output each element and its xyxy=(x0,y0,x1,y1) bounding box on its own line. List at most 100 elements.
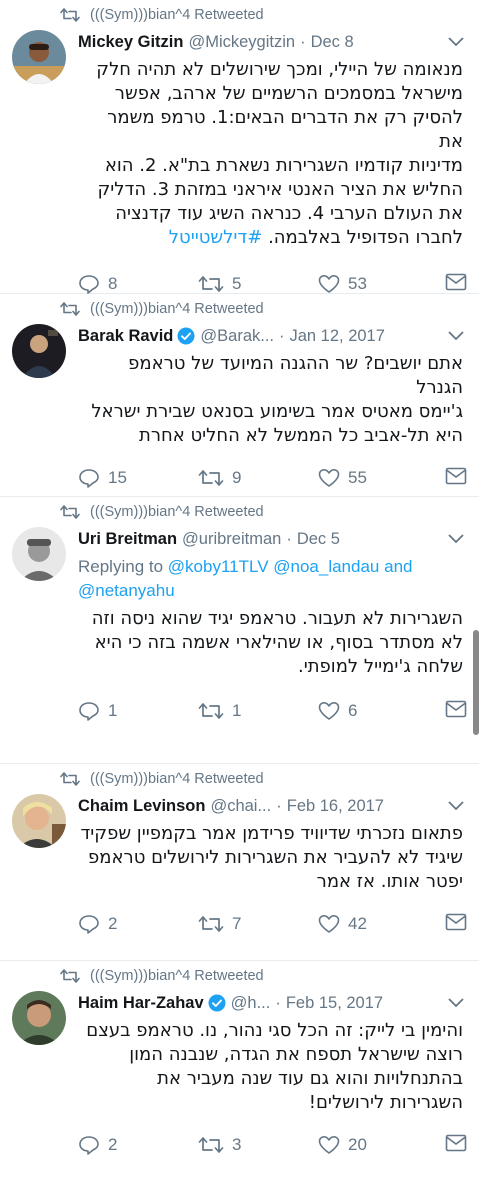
tweet-date[interactable]: Jan 12, 2017 xyxy=(290,327,385,346)
tweet[interactable]: (((Sym)))bian^4 Retweeted Mickey Gitzin … xyxy=(0,0,479,294)
tweet-date[interactable]: Feb 16, 2017 xyxy=(287,797,384,816)
tweet-actions: 2 3 20 xyxy=(78,1119,467,1171)
retweet-button[interactable]: 7 xyxy=(198,914,318,934)
tweet-text: פתאום נזכרתי שדיוויד פרידמן אמר בקמפיין … xyxy=(78,822,467,894)
reply-icon xyxy=(79,702,99,721)
direct-message-button[interactable] xyxy=(445,273,467,296)
avatar[interactable] xyxy=(12,30,66,84)
tweet-text-line: יפטר אותו. אז אמר xyxy=(316,871,463,892)
reply-button[interactable]: 8 xyxy=(78,274,198,294)
tweet-text-line: להסיק רק את הדברים הבאים:1. טרמפ משמר את xyxy=(107,107,463,152)
retweet-count: 7 xyxy=(232,914,242,933)
scrollbar[interactable] xyxy=(473,630,479,735)
reply-button[interactable]: 2 xyxy=(78,1135,198,1155)
tweet-text-line: מדיניות קודמיו השגרירות נשארת בת"א. 2. ה… xyxy=(104,155,463,176)
chevron-down-icon[interactable] xyxy=(445,801,467,811)
direct-message-icon xyxy=(445,467,467,484)
direct-message-button[interactable] xyxy=(445,467,467,490)
tweet-text-line: את העולם הערבי 4. כנראה השיג עוד קדנציה xyxy=(115,203,463,224)
retweet-button[interactable]: 9 xyxy=(198,468,318,488)
reply-button[interactable]: 2 xyxy=(78,914,198,934)
tweet-text-line: מישראל במסמכים הרשמיים של ארהב, אפשר xyxy=(114,83,463,104)
like-button[interactable]: 42 xyxy=(318,914,438,934)
like-count: 42 xyxy=(348,914,367,933)
author-handle[interactable]: @uribreitman xyxy=(182,530,281,549)
replying-to-and: and xyxy=(384,557,413,576)
direct-message-icon xyxy=(445,1134,467,1151)
direct-message-button[interactable] xyxy=(445,700,467,723)
chevron-down-icon[interactable] xyxy=(445,998,467,1008)
like-button[interactable]: 6 xyxy=(318,701,438,721)
replying-to: Replying to @koby11TLV @noa_landau and @… xyxy=(78,555,467,603)
separator-dot: · xyxy=(300,32,306,51)
author-name[interactable]: Barak Ravid xyxy=(78,327,173,346)
replying-to-users-link[interactable]: @koby11TLV @noa_landau xyxy=(168,557,380,576)
retweet-icon xyxy=(198,470,224,486)
author-handle[interactable]: @Barak... xyxy=(200,327,274,346)
reply-button[interactable]: 15 xyxy=(78,468,198,488)
direct-message-icon xyxy=(445,700,467,717)
tweet-text-line: שיגיד לא להעביר את השגרירות לירושלים טרא… xyxy=(88,847,463,868)
reply-icon xyxy=(79,469,99,488)
author-name[interactable]: Mickey Gitzin xyxy=(78,33,183,52)
tweet-text-segment: לחברו הפדופיל באלבמה. xyxy=(268,227,463,248)
tweet[interactable]: (((Sym)))bian^4 Retweeted Chaim Levinson… xyxy=(0,764,479,961)
direct-message-button[interactable] xyxy=(445,1134,467,1157)
author-handle[interactable]: @Mickeygitzin xyxy=(188,33,295,52)
avatar[interactable] xyxy=(12,794,66,848)
verified-badge-icon xyxy=(208,994,226,1012)
retweet-icon xyxy=(60,8,80,22)
author-name[interactable]: Haim Har-Zahav xyxy=(78,994,204,1013)
direct-message-button[interactable] xyxy=(445,913,467,936)
tweet-text-line: בהתנחלויות והוא גם עוד שנה מעביר את xyxy=(157,1068,463,1089)
reply-count: 15 xyxy=(108,468,127,487)
tweet-date[interactable]: Feb 15, 2017 xyxy=(286,994,383,1013)
avatar[interactable] xyxy=(12,991,66,1045)
retweet-button[interactable]: 1 xyxy=(198,701,318,721)
separator-dot: · xyxy=(279,326,285,345)
chevron-down-icon[interactable] xyxy=(445,534,467,544)
tweet-header: Uri Breitman @uribreitman · Dec 5 xyxy=(78,527,467,551)
tweet-header: Barak Ravid @Barak... · Jan 12, 2017 xyxy=(78,324,467,348)
retweet-count: 9 xyxy=(232,468,242,487)
like-button[interactable]: 53 xyxy=(318,274,438,294)
separator-dot: · xyxy=(275,993,281,1012)
tweet-text-line: רוצה שישראל תספח את הגדה, שנבנה המון xyxy=(129,1044,463,1065)
like-icon xyxy=(318,275,340,293)
retweet-context: (((Sym)))bian^4 Retweeted xyxy=(12,294,467,324)
chevron-down-icon[interactable] xyxy=(445,37,467,47)
tweet-text-line: אתם יושבים? שר ההגנה המיועד של טראמפ הגנ… xyxy=(128,353,463,398)
retweet-context: (((Sym)))bian^4 Retweeted xyxy=(12,0,467,30)
author-handle[interactable]: @chai... xyxy=(210,797,271,816)
chevron-down-icon[interactable] xyxy=(445,331,467,341)
like-button[interactable]: 20 xyxy=(318,1135,438,1155)
author-name[interactable]: Uri Breitman xyxy=(78,530,177,549)
tweet-text-line: לא מסתדר בסוף, או שהילארי אשמה בזה כי הי… xyxy=(94,632,463,653)
tweet-text-line: פתאום נזכרתי שדיוויד פרידמן אמר בקמפיין … xyxy=(80,823,463,844)
tweet[interactable]: (((Sym)))bian^4 Retweeted Haim Har-Zahav… xyxy=(0,961,479,1200)
tweet-date[interactable]: Dec 5 xyxy=(297,530,340,549)
like-button[interactable]: 55 xyxy=(318,468,438,488)
author-handle[interactable]: @h... xyxy=(231,994,271,1013)
retweet-button[interactable]: 3 xyxy=(198,1135,318,1155)
tweet-text: אתם יושבים? שר ההגנה המיועד של טראמפ הגנ… xyxy=(78,352,467,448)
like-icon xyxy=(318,469,340,487)
replying-to-user-link[interactable]: @netanyahu xyxy=(78,581,175,600)
like-icon xyxy=(318,1136,340,1154)
reply-button[interactable]: 1 xyxy=(78,701,198,721)
author-name[interactable]: Chaim Levinson xyxy=(78,797,205,816)
tweet-text: השגרירות לא תעבור. טראמפ יגיד שהוא ניסה … xyxy=(78,607,467,679)
retweet-button[interactable]: 5 xyxy=(198,274,318,294)
avatar[interactable] xyxy=(12,324,66,378)
tweet[interactable]: (((Sym)))bian^4 Retweeted Barak Ravid @B… xyxy=(0,294,479,497)
tweet[interactable]: (((Sym)))bian^4 Retweeted Uri Breitman @… xyxy=(0,497,479,764)
tweet-actions: 2 7 42 xyxy=(78,898,467,950)
tweet-date[interactable]: Dec 8 xyxy=(311,33,354,52)
tweet-text: מנאומה של היילי, ומכך שירושלים לא תהיה ח… xyxy=(78,58,467,250)
retweet-context-label: (((Sym)))bian^4 Retweeted xyxy=(90,7,264,23)
direct-message-icon xyxy=(445,913,467,930)
avatar[interactable] xyxy=(12,527,66,581)
retweet-context-label: (((Sym)))bian^4 Retweeted xyxy=(90,504,264,520)
hashtag-link[interactable]: #דילשטייטל xyxy=(169,227,263,248)
tweet-header: Mickey Gitzin @Mickeygitzin · Dec 8 xyxy=(78,30,467,54)
